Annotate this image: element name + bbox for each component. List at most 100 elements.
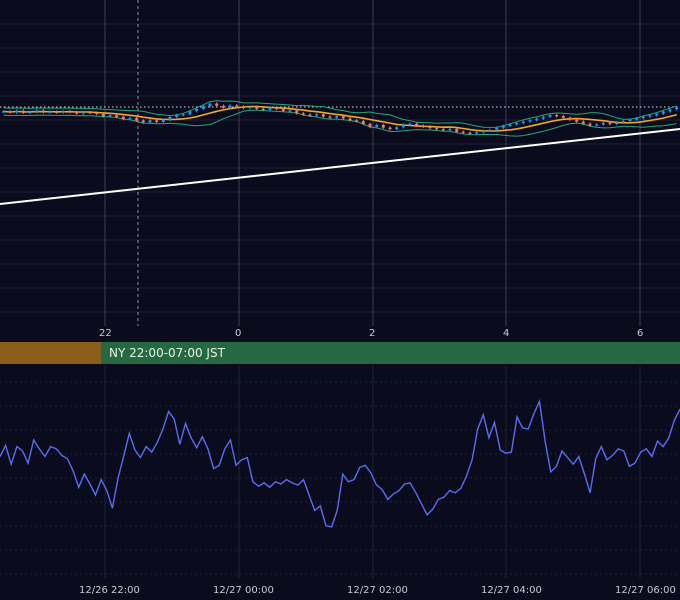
candle-body	[295, 110, 299, 114]
candle-body	[568, 117, 572, 120]
candle-body	[435, 128, 439, 130]
candle-body	[668, 109, 672, 112]
candle-body	[15, 110, 19, 113]
oscillator-chart-svg	[0, 366, 680, 578]
candle-body	[635, 118, 639, 120]
candle-body	[68, 111, 72, 113]
candle-body	[495, 127, 499, 130]
candle-body	[628, 119, 632, 122]
candle-body	[368, 123, 372, 127]
candle-body	[675, 107, 679, 110]
candle-body	[515, 123, 519, 125]
candle-body	[195, 108, 199, 112]
candle-body	[541, 116, 545, 119]
candle-body	[141, 120, 145, 123]
candle-body	[661, 111, 665, 114]
candle-body	[95, 112, 99, 114]
candle-body	[501, 126, 505, 128]
date-tick: 12/27 04:00	[481, 585, 542, 596]
session-label: NY 22:00-07:00 JST	[109, 346, 225, 360]
candle-body	[615, 122, 619, 124]
candle-body	[248, 106, 252, 109]
chart-window: 22 0 2 4 6 NY 22:00-07:00 JST 12/26 22:0…	[0, 0, 680, 600]
candle-body	[268, 107, 272, 110]
candle-body	[528, 120, 532, 122]
candle-body	[468, 132, 472, 134]
candle-body	[201, 106, 205, 109]
candle-body	[488, 129, 492, 132]
candle-body	[348, 118, 352, 121]
oscillator-pane[interactable]	[0, 366, 680, 578]
candle-body	[581, 121, 585, 124]
candle-body	[301, 113, 305, 115]
candle-body	[508, 124, 512, 126]
candle-body	[308, 114, 312, 116]
candle-body	[168, 116, 172, 120]
candle-body	[395, 127, 399, 130]
candle-body	[448, 128, 452, 131]
candle-body	[428, 126, 432, 129]
time-axis-top: 22 0 2 4 6	[0, 326, 680, 342]
time-axis-bottom: 12/26 22:00 12/27 00:00 12/27 02:00 12/2…	[0, 578, 680, 600]
candle-body	[381, 125, 385, 128]
candle-body	[548, 115, 552, 117]
candle-body	[48, 111, 52, 113]
candle-body	[461, 131, 465, 133]
time-tick: 6	[637, 328, 644, 339]
candle-body	[155, 120, 159, 122]
candle-body	[55, 111, 59, 113]
candle-body	[121, 116, 125, 119]
candle-body	[215, 103, 219, 106]
candle-body	[281, 109, 285, 111]
candle-body	[181, 114, 185, 116]
candle-body	[535, 118, 539, 121]
candle-body	[388, 127, 392, 130]
candle-body	[88, 112, 92, 114]
candle-body	[521, 121, 525, 124]
candle-body	[408, 123, 412, 125]
candle-body	[115, 115, 119, 117]
candle-body	[8, 111, 12, 113]
candle-body	[421, 125, 425, 127]
candle-body	[35, 110, 39, 112]
candle-body	[255, 106, 259, 109]
candle-body	[261, 108, 265, 110]
candle-body	[608, 122, 612, 125]
time-tick: 4	[503, 328, 510, 339]
date-tick: 12/27 00:00	[213, 585, 274, 596]
candle-body	[135, 117, 139, 121]
candle-body	[648, 115, 652, 117]
candle-body	[241, 106, 245, 109]
candle-body	[601, 122, 605, 125]
candle-body	[128, 117, 132, 120]
candle-body	[101, 114, 105, 117]
session-segment-asia	[0, 342, 101, 364]
price-pane[interactable]	[0, 0, 680, 326]
time-tick: 2	[369, 328, 376, 339]
candle-body	[275, 107, 279, 110]
candle-body	[415, 123, 419, 126]
candle-body	[75, 112, 79, 114]
candle-body	[475, 132, 479, 134]
candle-body	[175, 115, 179, 117]
candle-body	[288, 110, 292, 112]
candle-body	[355, 120, 359, 122]
candle-body	[315, 114, 319, 116]
candle-body	[335, 116, 339, 118]
candle-body	[375, 125, 379, 127]
candle-body	[208, 103, 212, 107]
time-tick: 22	[99, 328, 112, 339]
candle-body	[21, 110, 25, 113]
candle-body	[235, 105, 239, 107]
date-tick: 12/27 06:00	[615, 585, 676, 596]
time-tick: 0	[235, 328, 242, 339]
candle-body	[595, 124, 599, 126]
candle-body	[655, 113, 659, 116]
candle-body	[441, 129, 445, 131]
oscillator-line	[0, 399, 680, 528]
candle-body	[561, 116, 565, 118]
candle-body	[588, 123, 592, 126]
session-segment-ny: NY 22:00-07:00 JST	[101, 342, 680, 364]
session-bar: NY 22:00-07:00 JST	[0, 342, 680, 364]
candle-body	[228, 105, 232, 108]
